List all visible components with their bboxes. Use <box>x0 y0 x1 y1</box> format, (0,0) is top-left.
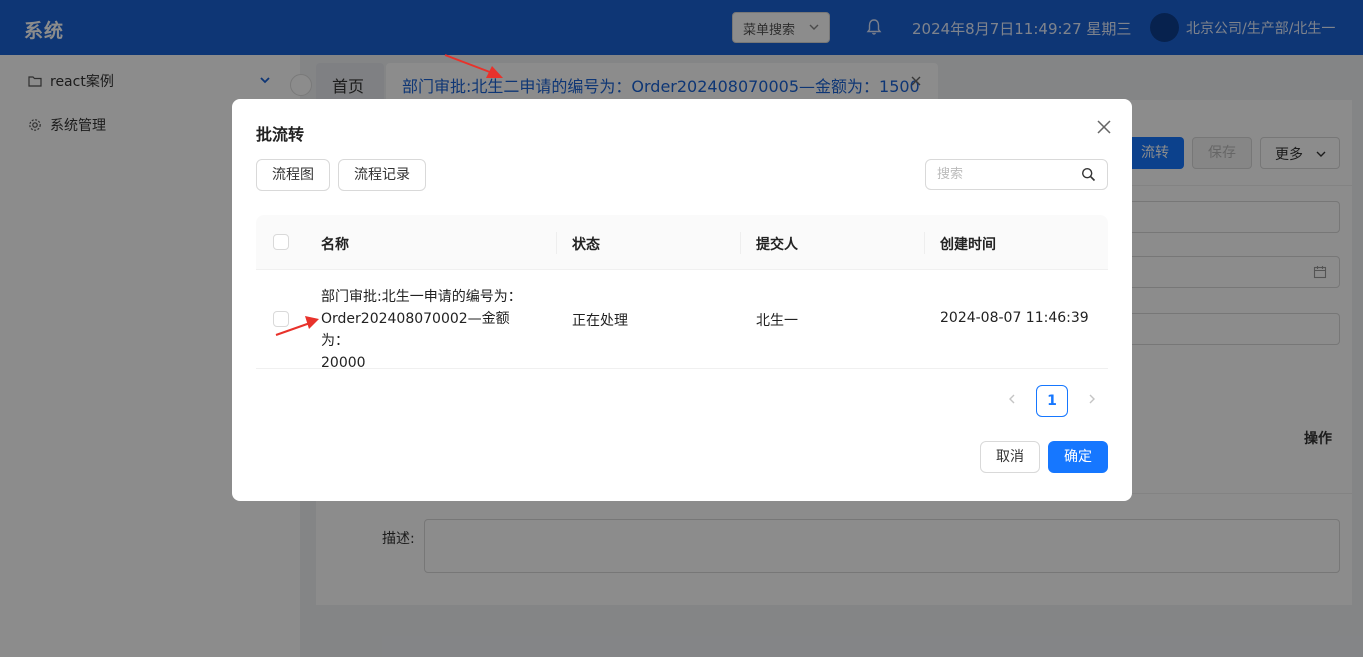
cell-created: 2024-08-07 11:46:39 <box>940 310 1089 326</box>
batch-flow-modal: 批流转 流程图 流程记录 名称 状态 提交人 创建时间 部门审批:北生一申请的编… <box>232 99 1132 501</box>
flowchart-button[interactable]: 流程图 <box>256 159 330 191</box>
confirm-button[interactable]: 确定 <box>1048 441 1108 473</box>
column-header-name: 名称 <box>321 237 349 253</box>
close-icon[interactable] <box>1096 119 1112 135</box>
cell-name-line: 20000 <box>321 355 366 371</box>
row-checkbox[interactable] <box>273 311 289 327</box>
table-row[interactable]: 部门审批:北生一申请的编号为： Order202408070002—金额为： 2… <box>256 270 1108 371</box>
modal-title: 批流转 <box>256 125 305 144</box>
cell-name: 部门审批:北生一申请的编号为： Order202408070002—金额为： 2… <box>321 286 531 374</box>
column-divider <box>556 232 557 254</box>
column-header-status: 状态 <box>572 237 600 253</box>
table-header: 名称 状态 提交人 创建时间 <box>256 215 1108 270</box>
cell-status: 正在处理 <box>572 313 628 329</box>
chevron-right-icon[interactable] <box>1086 393 1098 405</box>
flow-records-button[interactable]: 流程记录 <box>338 159 426 191</box>
pagination-page[interactable]: 1 <box>1036 385 1068 417</box>
column-divider <box>740 232 741 254</box>
column-divider <box>924 232 925 254</box>
column-header-submitter: 提交人 <box>756 237 798 253</box>
column-header-created: 创建时间 <box>940 237 996 253</box>
chevron-left-icon[interactable] <box>1006 393 1018 405</box>
cell-name-line: Order202408070002—金额为： <box>321 311 510 349</box>
search-icon[interactable] <box>1081 167 1096 182</box>
cancel-button[interactable]: 取消 <box>980 441 1040 473</box>
cell-submitter: 北生一 <box>756 313 798 329</box>
cell-name-line: 部门审批:北生一申请的编号为： <box>321 289 522 305</box>
select-all-checkbox[interactable] <box>273 234 289 250</box>
